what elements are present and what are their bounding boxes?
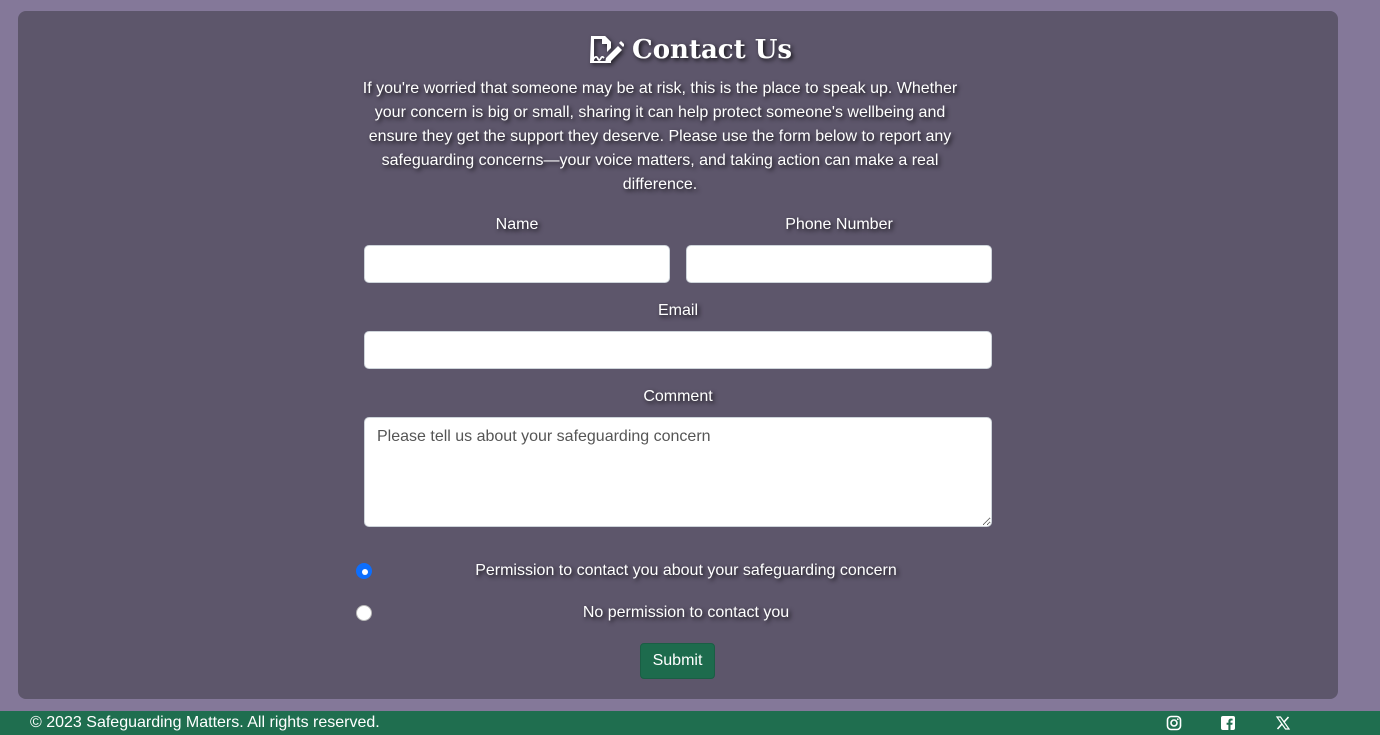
phone-field[interactable] [686, 245, 992, 283]
phone-label: Phone Number [785, 216, 893, 233]
comment-label: Comment [643, 388, 713, 405]
page-title: Contact Us [0, 30, 1380, 70]
facebook-icon[interactable] [1220, 715, 1236, 731]
intro-text: If you're worried that someone may be at… [362, 80, 958, 193]
name-label: Name [495, 216, 539, 233]
email-label: Email [657, 302, 698, 319]
copyright-text: © 2023 Safeguarding Matters. All rights … [30, 714, 380, 731]
email-field[interactable] [364, 331, 992, 369]
submit-button[interactable]: Submit [640, 643, 715, 679]
x-twitter-icon[interactable] [1275, 715, 1291, 731]
title-text: Contact Us [632, 35, 792, 65]
file-signature-icon [590, 36, 624, 63]
name-field[interactable] [364, 245, 670, 283]
no-permission-radio-label: No permission to contact you [582, 604, 790, 621]
instagram-icon[interactable] [1166, 715, 1182, 731]
comment-field[interactable] [364, 417, 992, 527]
permission-radio-label: Permission to contact you about your saf… [475, 562, 897, 579]
footer: © 2023 Safeguarding Matters. All rights … [0, 711, 1380, 735]
